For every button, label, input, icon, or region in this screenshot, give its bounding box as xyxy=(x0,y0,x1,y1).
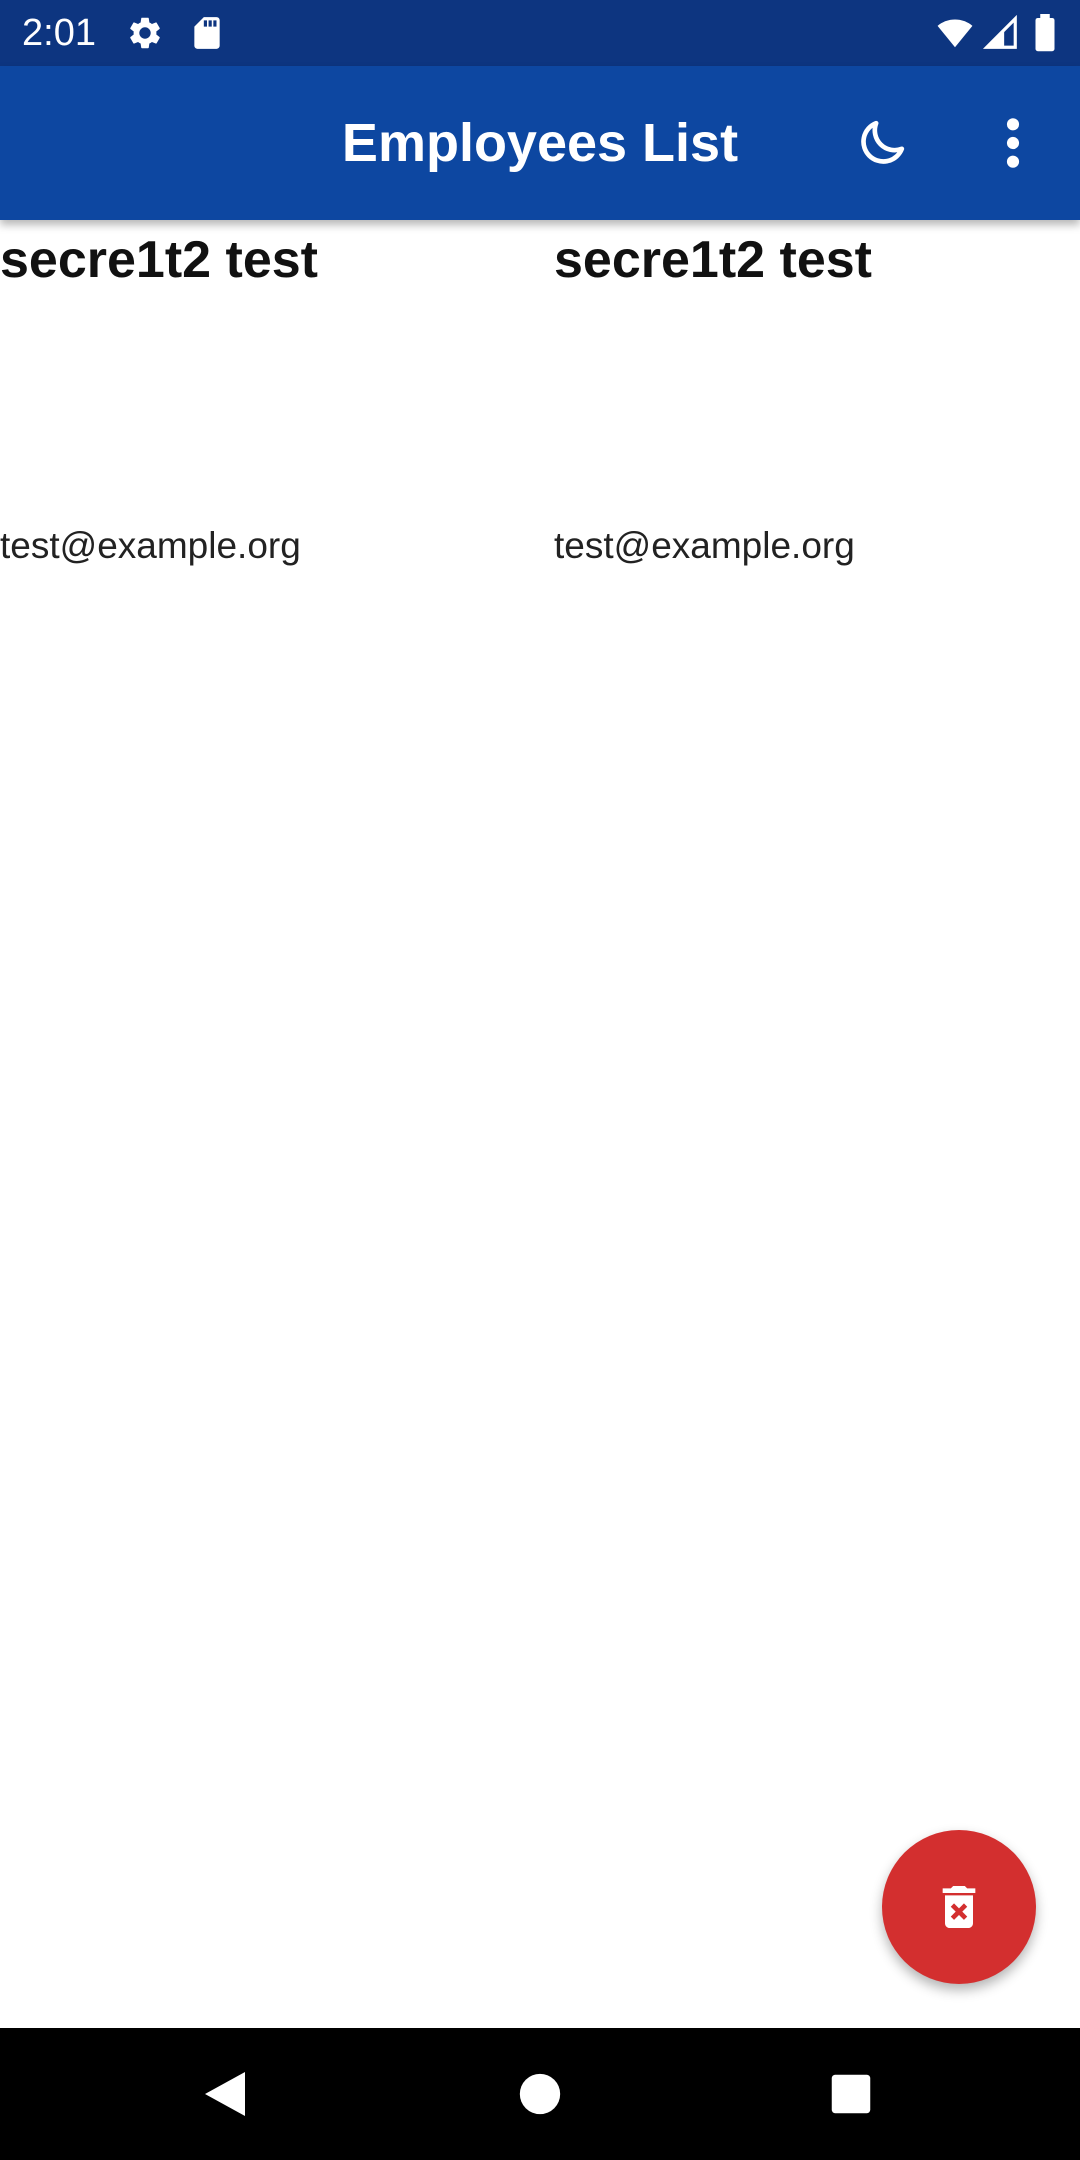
signal-icon xyxy=(982,14,1020,52)
back-icon xyxy=(205,2072,245,2116)
status-time: 2:01 xyxy=(22,12,96,54)
status-bar: 2:01 xyxy=(0,0,1080,66)
more-options-button[interactable] xyxy=(973,103,1053,183)
navigation-bar xyxy=(0,2028,1080,2160)
employee-name: secre1t2 test xyxy=(554,231,872,289)
wifi-icon xyxy=(936,14,974,52)
employee-name: secre1t2 test xyxy=(0,231,318,289)
employee-card[interactable]: secre1t2 test test@example.org xyxy=(0,220,540,620)
app-bar: Employees List xyxy=(0,66,1080,220)
back-button[interactable] xyxy=(185,2054,265,2134)
delete-forever-icon xyxy=(942,1886,976,1928)
home-button[interactable] xyxy=(500,2054,580,2134)
moon-icon xyxy=(861,120,905,164)
battery-icon xyxy=(1030,14,1060,52)
employee-card[interactable]: secre1t2 test test@example.org xyxy=(554,220,1080,620)
employee-email: test@example.org xyxy=(554,525,855,566)
recents-icon xyxy=(831,2074,871,2114)
recents-button[interactable] xyxy=(811,2054,891,2134)
dark-mode-button[interactable] xyxy=(842,103,922,183)
sd-card-icon xyxy=(188,14,226,52)
app-screen: 2:01 Employees List secre1t2 test test@e… xyxy=(0,0,1080,2160)
home-icon xyxy=(519,2073,561,2115)
employee-email: test@example.org xyxy=(0,525,301,566)
more-vert-icon xyxy=(1006,118,1020,168)
employees-grid: secre1t2 test test@example.org secre1t2 … xyxy=(0,220,1080,2028)
delete-all-button[interactable] xyxy=(882,1830,1036,1984)
gear-icon xyxy=(126,14,164,52)
